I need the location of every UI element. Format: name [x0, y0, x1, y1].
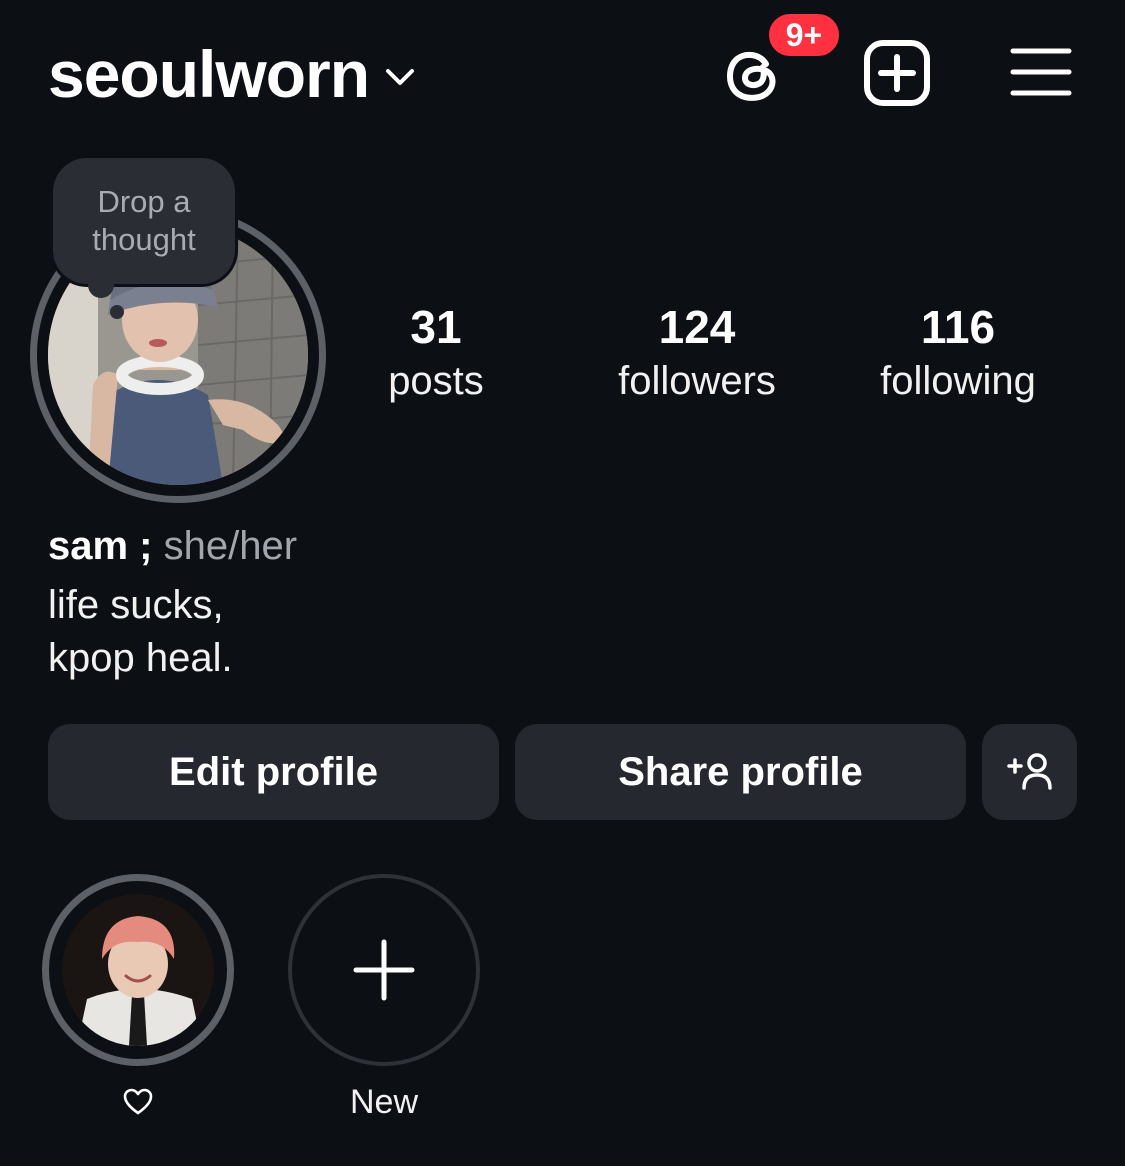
thought-bubble[interactable]: Drop a thought [53, 158, 235, 284]
story-highlight[interactable] [42, 874, 234, 1122]
edit-profile-button[interactable]: Edit profile [48, 724, 499, 820]
following-count: 116 [920, 301, 996, 353]
display-name: sam ; [48, 524, 153, 568]
following-stat[interactable]: 116 following [838, 300, 1078, 408]
account-switcher[interactable]: seoulworn [48, 34, 415, 114]
hamburger-menu-icon[interactable] [1008, 44, 1074, 100]
followers-label: followers [618, 359, 776, 403]
chevron-down-icon [386, 69, 415, 85]
pronouns: she/her [163, 524, 298, 568]
name-line: sam ; she/her [48, 520, 297, 572]
thought-bubble-tail [88, 272, 114, 298]
thought-prompt: Drop a thought [92, 184, 196, 257]
add-person-icon [1006, 753, 1052, 790]
posts-stat[interactable]: 31 posts [316, 300, 556, 408]
discover-people-button[interactable] [982, 724, 1077, 820]
new-highlight-label: New [349, 1083, 419, 1121]
followers-stat[interactable]: 124 followers [577, 300, 817, 408]
username: seoulworn [48, 37, 370, 111]
highlight-ring [42, 874, 234, 1066]
bio-line: life sucks, [48, 583, 224, 627]
share-profile-button[interactable]: Share profile [515, 724, 966, 820]
bio-line: kpop heal. [48, 636, 233, 680]
posts-count: 31 [410, 301, 462, 353]
new-highlight-ring [288, 874, 480, 1066]
highlight-cover [62, 894, 214, 1046]
new-post-icon[interactable] [862, 38, 932, 108]
highlight-label [42, 1082, 234, 1122]
following-label: following [880, 359, 1036, 403]
plus-icon [353, 939, 415, 1001]
heart-outline-icon [123, 1088, 153, 1115]
posts-label: posts [388, 359, 484, 403]
new-highlight[interactable]: New [288, 874, 480, 1122]
followers-count: 124 [658, 301, 736, 353]
thought-bubble-tail-small [110, 305, 124, 319]
notification-badge: 9+ [765, 10, 843, 60]
